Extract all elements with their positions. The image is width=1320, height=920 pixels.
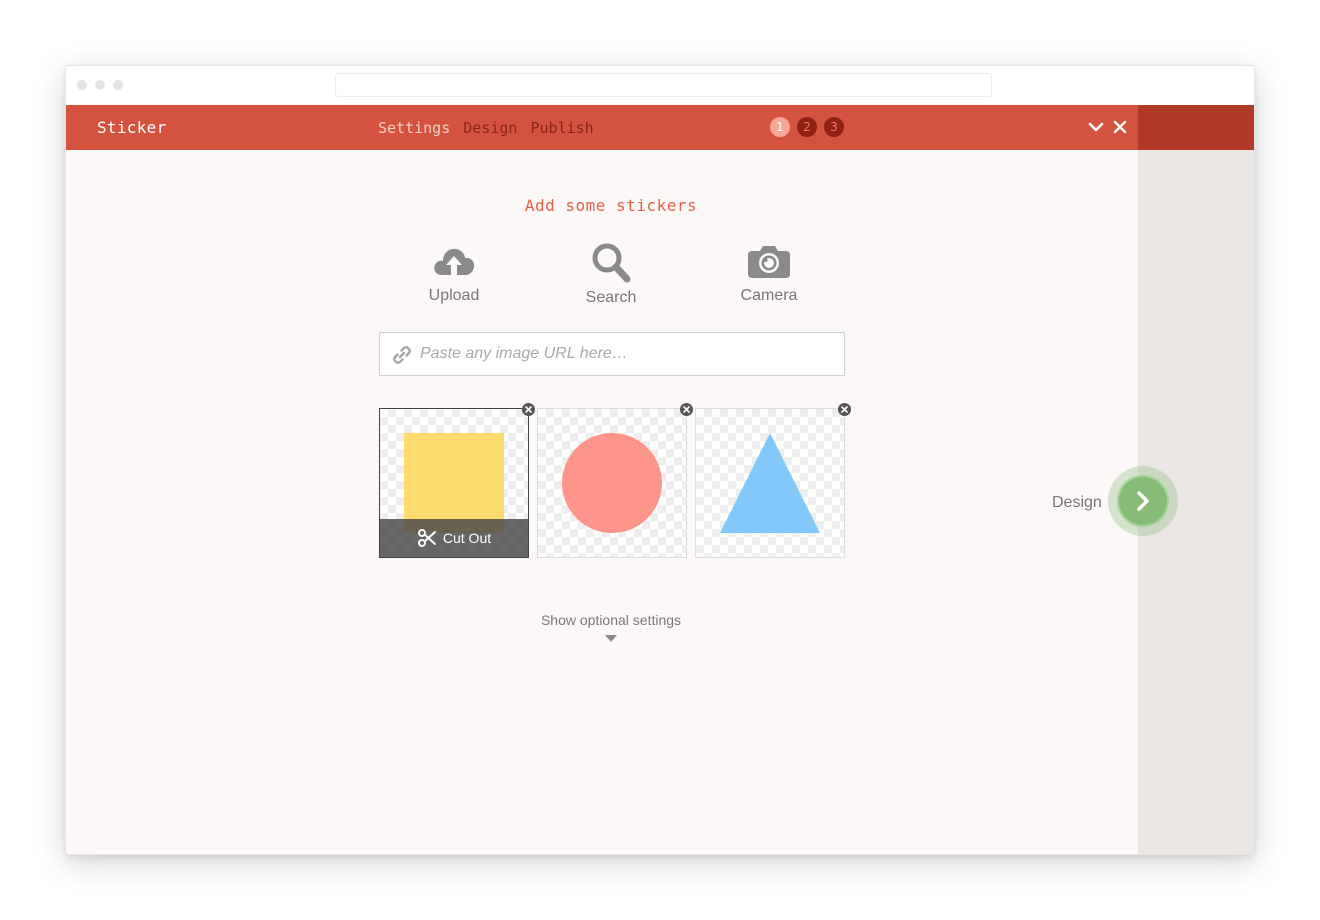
- chevron-down-icon[interactable]: [1087, 118, 1105, 136]
- remove-sticker-button[interactable]: [680, 403, 693, 416]
- close-icon[interactable]: [1111, 118, 1129, 136]
- camera-source[interactable]: Camera: [714, 241, 824, 305]
- optional-settings-label: Show optional settings: [540, 612, 682, 628]
- show-optional-settings[interactable]: Show optional settings: [506, 612, 716, 642]
- chevron-right-icon: [1137, 491, 1149, 511]
- browser-window: Sticker Settings Design Publish 1 2 3 Ad…: [65, 65, 1255, 855]
- step-design[interactable]: Design: [463, 119, 517, 137]
- next-step-button[interactable]: [1108, 466, 1178, 536]
- image-url-input[interactable]: [420, 333, 835, 375]
- image-url-field[interactable]: [379, 332, 845, 376]
- window-dot-zoom[interactable]: [113, 80, 123, 90]
- step-badge-2[interactable]: 2: [797, 117, 817, 137]
- caret-down-icon: [605, 635, 617, 642]
- address-bar[interactable]: [335, 73, 992, 97]
- browser-chrome: [66, 66, 1254, 105]
- step-settings[interactable]: Settings: [378, 119, 450, 137]
- scissors-icon: [417, 529, 436, 547]
- step-nav: Settings Design Publish: [378, 119, 598, 137]
- step-publish[interactable]: Publish: [531, 119, 594, 137]
- remove-sticker-button[interactable]: [522, 403, 535, 416]
- remove-sticker-button[interactable]: [838, 403, 851, 416]
- sticker-triangle: [720, 433, 820, 533]
- app-title: Sticker: [97, 118, 167, 137]
- window-dot-minimize[interactable]: [95, 80, 105, 90]
- search-source[interactable]: Search: [556, 241, 666, 307]
- upload-source[interactable]: Upload: [399, 241, 509, 305]
- sticker-tile-circle[interactable]: [537, 403, 693, 558]
- step-badges: 1 2 3: [770, 117, 844, 137]
- next-step-label: Design: [1052, 494, 1102, 511]
- sticker-circle: [562, 433, 662, 533]
- sticker-tile-triangle[interactable]: [695, 403, 851, 558]
- window-dot-close[interactable]: [77, 80, 87, 90]
- camera-icon: [748, 246, 790, 278]
- page-heading: Add some stickers: [524, 196, 698, 215]
- camera-label: Camera: [740, 287, 798, 304]
- cut-out-button[interactable]: Cut Out: [380, 519, 528, 557]
- app-header: Sticker Settings Design Publish 1 2 3: [66, 105, 1138, 150]
- side-panel-header: [1138, 105, 1254, 150]
- search-label: Search: [585, 289, 637, 306]
- upload-label: Upload: [428, 287, 480, 304]
- step-badge-3[interactable]: 3: [824, 117, 844, 137]
- cloud-upload-icon: [434, 248, 475, 275]
- sticker-tile-square[interactable]: Cut Out: [379, 403, 535, 558]
- step-badge-1[interactable]: 1: [770, 117, 790, 137]
- cut-out-label: Cut Out: [442, 530, 492, 546]
- link-icon: [393, 346, 411, 364]
- search-icon: [592, 243, 631, 283]
